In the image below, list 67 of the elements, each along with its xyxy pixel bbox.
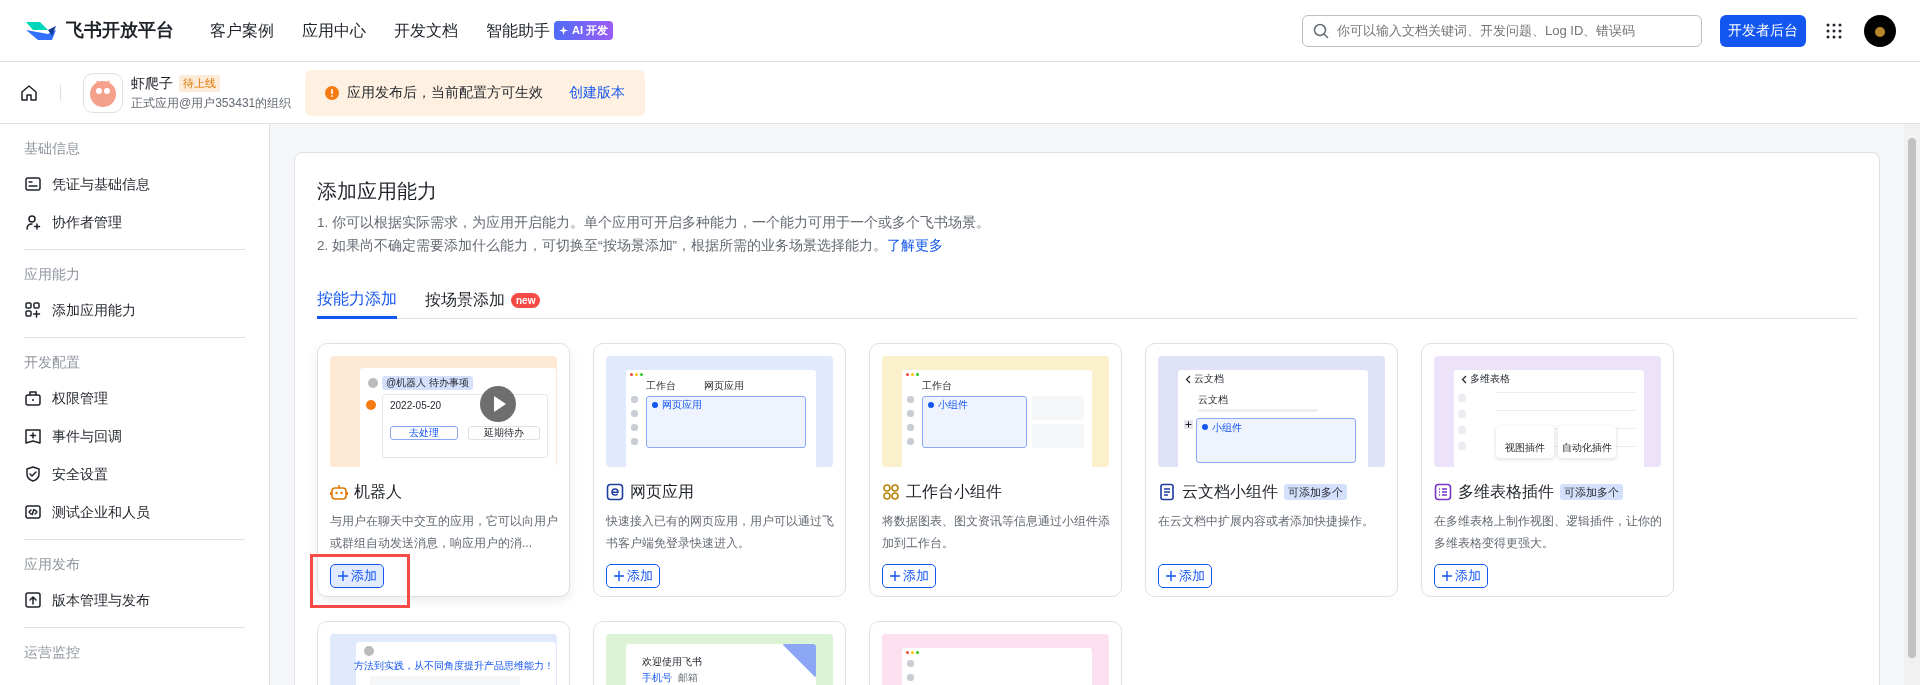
sidebar-heading: 开发配置 — [24, 353, 81, 372]
card-description: 在多维表格上制作视图、逻辑插件，让你的多维表格变得更强大。 — [1434, 513, 1663, 552]
mock-plugin-card: 自动化插件 — [1558, 426, 1616, 458]
description-line: 1. 你可以根据实际需求，为应用开启能力。单个应用可开启多种能力，一个能力可用于一个或多个飞书场景。 — [317, 215, 990, 230]
mock-text: 工作台 — [922, 380, 952, 392]
add-button[interactable]: 添加 — [1434, 564, 1488, 588]
card-title: 云文档小组件 — [1182, 482, 1278, 502]
learn-more-link[interactable]: 了解更多 — [887, 238, 943, 253]
mock-text: 手机号 — [642, 672, 672, 684]
add-button[interactable]: 添加 — [330, 564, 384, 588]
ai-badge: AI 开发 — [554, 21, 614, 40]
sidebar-item[interactable]: 安全设置 — [24, 455, 245, 493]
create-version-link[interactable]: 创建版本 — [569, 82, 626, 103]
mock-text: 小组件 — [938, 399, 968, 411]
panel-title: 添加应用能力 — [317, 179, 438, 204]
sidebar-heading: 应用发布 — [24, 555, 81, 574]
mock-text: 2022-05-20 — [390, 400, 442, 412]
app-name: 虾爬子 — [131, 74, 173, 93]
mock-text: 欢迎使用飞书 — [642, 656, 702, 668]
console-button[interactable]: 开发者后台 — [1720, 14, 1806, 47]
sidebar-heading: 基础信息 — [24, 139, 81, 158]
status-badge: 待上线 — [179, 75, 220, 92]
mock-text: 云文档 — [1194, 373, 1224, 385]
tab[interactable]: 按能力添加 — [317, 281, 397, 319]
sidebar-heading: 运营监控 — [24, 643, 81, 662]
card-title: 多维表格插件 — [1458, 482, 1554, 502]
card-description: 快速接入已有的网页应用，用户可以通过飞书客户端免登录快速进入。 — [606, 513, 835, 552]
tab[interactable]: 按场景添加 new — [425, 281, 541, 319]
sidebar-item[interactable]: 协作者管理 — [24, 203, 245, 241]
mock-text: 小组件 — [1212, 422, 1242, 434]
sidebar-item[interactable]: 版本管理与发布 — [24, 581, 245, 619]
sidebar-item[interactable]: 事件与回调 — [24, 417, 245, 455]
nav-link[interactable]: 智能助手 AI 开发 — [486, 18, 614, 43]
mock-text: 工作台 — [646, 380, 676, 392]
description-line: 2. 如果尚不确定需要添加什么能力，可切换至“按场景添加”，根据所需的业务场景选择能力。 — [317, 238, 887, 253]
sidebar-item[interactable]: 权限管理 — [24, 379, 245, 417]
add-button[interactable]: 添加 — [606, 564, 660, 588]
mock-text: 邮箱 — [678, 672, 698, 684]
mock-plugin-card: 视图插件 — [1496, 426, 1554, 458]
multi-tag: 可添加多个 — [1284, 483, 1347, 501]
notice-text: 应用发布后，当前配置方可生效 — [347, 83, 544, 102]
multi-tag: 可添加多个 — [1560, 483, 1623, 501]
nav-link[interactable]: 客户案例 — [210, 18, 274, 43]
card-description: 在云文档中扩展内容或者添加快捷操作。 — [1158, 513, 1375, 530]
add-button[interactable]: 添加 — [882, 564, 936, 588]
add-button[interactable]: 添加 — [1158, 564, 1212, 588]
mock-text: 网页应用 — [662, 399, 702, 411]
card-title: 网页应用 — [630, 482, 694, 502]
card-title: 工作台小组件 — [906, 482, 1002, 502]
sidebar-heading: 应用能力 — [24, 265, 81, 284]
card-description: 将数据图表、图文资讯等信息通过小组件添加到工作台。 — [882, 513, 1111, 552]
search-field[interactable]: 你可以输入文档关键词、开发问题、Log ID、错误码 — [1302, 14, 1702, 47]
app-org: 正式应用@用户353431的组织 — [131, 95, 292, 112]
mock-tag: @机器人 待办事项 — [382, 376, 473, 390]
mock-text: 云文档 — [1198, 394, 1228, 406]
new-badge: new — [511, 292, 541, 308]
mock-text: 方法到实践，从不同角度提升产品思维能力！ — [354, 660, 554, 672]
mock-text: 多维表格 — [1470, 373, 1510, 385]
mock-text: 网页应用 — [704, 380, 744, 392]
sidebar-item[interactable]: 凭证与基础信息 — [24, 165, 245, 203]
nav-link[interactable]: 应用中心 — [302, 18, 366, 43]
card-description: 与用户在聊天中交互的应用，它可以向用户或群组自动发送消息，响应用户的消... — [330, 513, 559, 552]
card-title: 机器人 — [354, 482, 402, 502]
brand-name: 飞书开放平台 — [66, 19, 174, 42]
sidebar-item[interactable]: 测试企业和人员 — [24, 493, 245, 531]
nav-link[interactable]: 开发文档 — [394, 18, 458, 43]
sidebar-item[interactable]: 添加应用能力 — [24, 291, 245, 329]
